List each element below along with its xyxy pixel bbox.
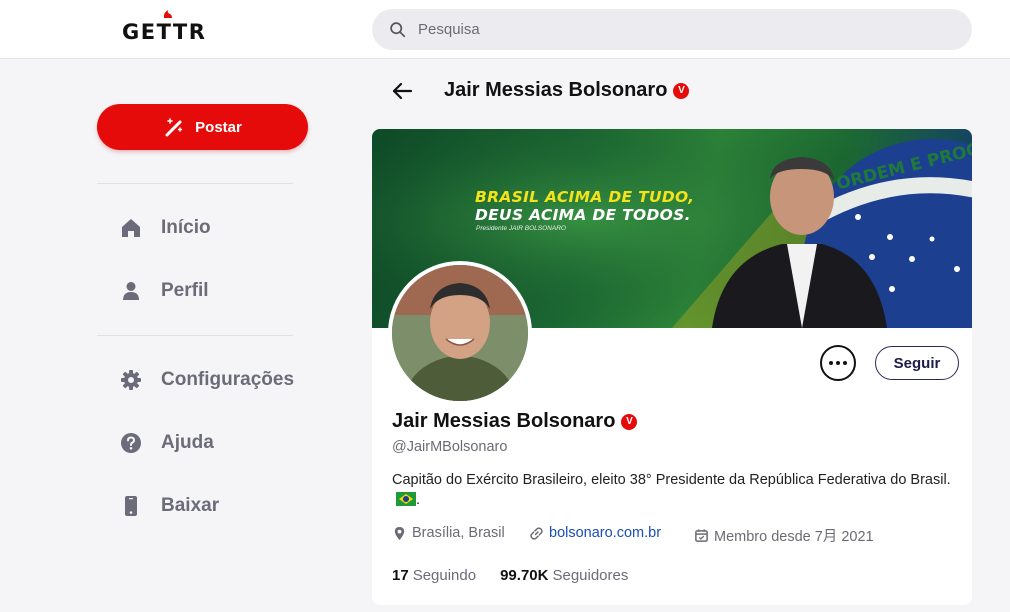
calendar-icon bbox=[695, 529, 708, 542]
website[interactable]: bolsonaro.com.br bbox=[529, 525, 661, 541]
follow-button[interactable]: Seguir bbox=[875, 346, 959, 380]
help-icon bbox=[121, 433, 141, 453]
sidebar-item-baixar[interactable]: Baixar bbox=[120, 491, 219, 521]
sidebar-item-label: Configurações bbox=[161, 369, 295, 390]
sidebar-item-label: Perfil bbox=[161, 280, 209, 301]
profile-name-text: Jair Messias Bolsonaro bbox=[392, 410, 616, 432]
more-icon-dot bbox=[836, 361, 840, 365]
sidebar-item-perfil[interactable]: Perfil bbox=[120, 276, 209, 306]
sidebar-item-ajuda[interactable]: Ajuda bbox=[120, 428, 214, 458]
location: Brasília, Brasil bbox=[392, 525, 505, 541]
search-input[interactable] bbox=[418, 21, 938, 38]
banner-line-2: DEUS ACIMA DE TODOS. bbox=[475, 206, 691, 224]
brazil-flag-icon bbox=[396, 492, 416, 506]
search-bar[interactable] bbox=[372, 9, 972, 50]
followers-label: Seguidores bbox=[552, 567, 629, 584]
page-title: Jair Messias Bolsonaro V bbox=[444, 79, 690, 102]
avatar[interactable] bbox=[388, 261, 532, 405]
followers-stat[interactable]: 99.70K Seguidores bbox=[500, 567, 628, 584]
search-icon bbox=[390, 22, 406, 38]
phone-icon bbox=[125, 496, 137, 516]
gear-icon bbox=[121, 370, 141, 390]
following-stat[interactable]: 17 Seguindo bbox=[392, 567, 476, 584]
sidebar-item-label: Ajuda bbox=[161, 432, 214, 453]
joined-text: Membro desde 7月 2021 bbox=[714, 529, 874, 545]
magic-wand-icon bbox=[165, 118, 183, 137]
avatar-image bbox=[392, 265, 528, 401]
divider bbox=[97, 183, 293, 184]
joined-date: Membro desde 7月 2021 bbox=[694, 525, 874, 546]
more-options-button[interactable] bbox=[820, 345, 856, 381]
sidebar-item-configuracoes[interactable]: Configurações bbox=[120, 365, 294, 395]
followers-count: 99.70K bbox=[500, 567, 549, 584]
profile-name: Jair Messias Bolsonaro V bbox=[392, 410, 638, 433]
sidebar-item-label: Baixar bbox=[161, 495, 220, 516]
home-icon bbox=[122, 219, 140, 237]
verified-badge-icon: V bbox=[673, 82, 690, 99]
link-icon bbox=[530, 526, 543, 540]
banner-line-1: BRASIL ACIMA DE TUDO, bbox=[475, 188, 695, 206]
profile-card: ORDEM E PROGRESSO BRASIL ACIMA DE TUDO, … bbox=[372, 129, 972, 605]
user-icon bbox=[123, 282, 139, 300]
profile-bio: Capitão do Exército Brasileiro, eleito 3… bbox=[392, 470, 952, 510]
logo-text: GETTR bbox=[122, 20, 207, 44]
sidebar-item-label: Início bbox=[161, 217, 211, 238]
follow-stats: 17 Seguindo 99.70K Seguidores bbox=[392, 567, 652, 584]
more-icon-dot bbox=[829, 361, 833, 365]
location-pin-icon bbox=[394, 526, 405, 540]
divider bbox=[97, 335, 293, 336]
more-icon-dot bbox=[843, 361, 847, 365]
page-title-text: Jair Messias Bolsonaro bbox=[444, 79, 668, 101]
back-arrow-icon[interactable] bbox=[390, 78, 416, 104]
post-button[interactable]: Postar bbox=[97, 104, 308, 150]
sidebar-item-inicio[interactable]: Início bbox=[120, 213, 211, 243]
profile-bio-end: . bbox=[416, 492, 421, 508]
verified-badge-icon: V bbox=[621, 413, 638, 430]
following-count: 17 bbox=[392, 567, 409, 584]
post-button-label: Postar bbox=[195, 118, 242, 136]
website-link[interactable]: bolsonaro.com.br bbox=[549, 525, 661, 541]
top-bar: GETTR bbox=[0, 0, 1010, 59]
profile-bio-text: Capitão do Exército Brasileiro, eleito 3… bbox=[392, 472, 951, 488]
gettr-logo[interactable]: GETTR bbox=[122, 10, 207, 44]
profile-handle: @JairMBolsonaro bbox=[392, 439, 508, 455]
banner-caption: Presidente JAIR BOLSONARO bbox=[476, 225, 566, 232]
location-text: Brasília, Brasil bbox=[412, 525, 505, 541]
flame-icon bbox=[163, 10, 172, 18]
following-label: Seguindo bbox=[412, 567, 477, 584]
